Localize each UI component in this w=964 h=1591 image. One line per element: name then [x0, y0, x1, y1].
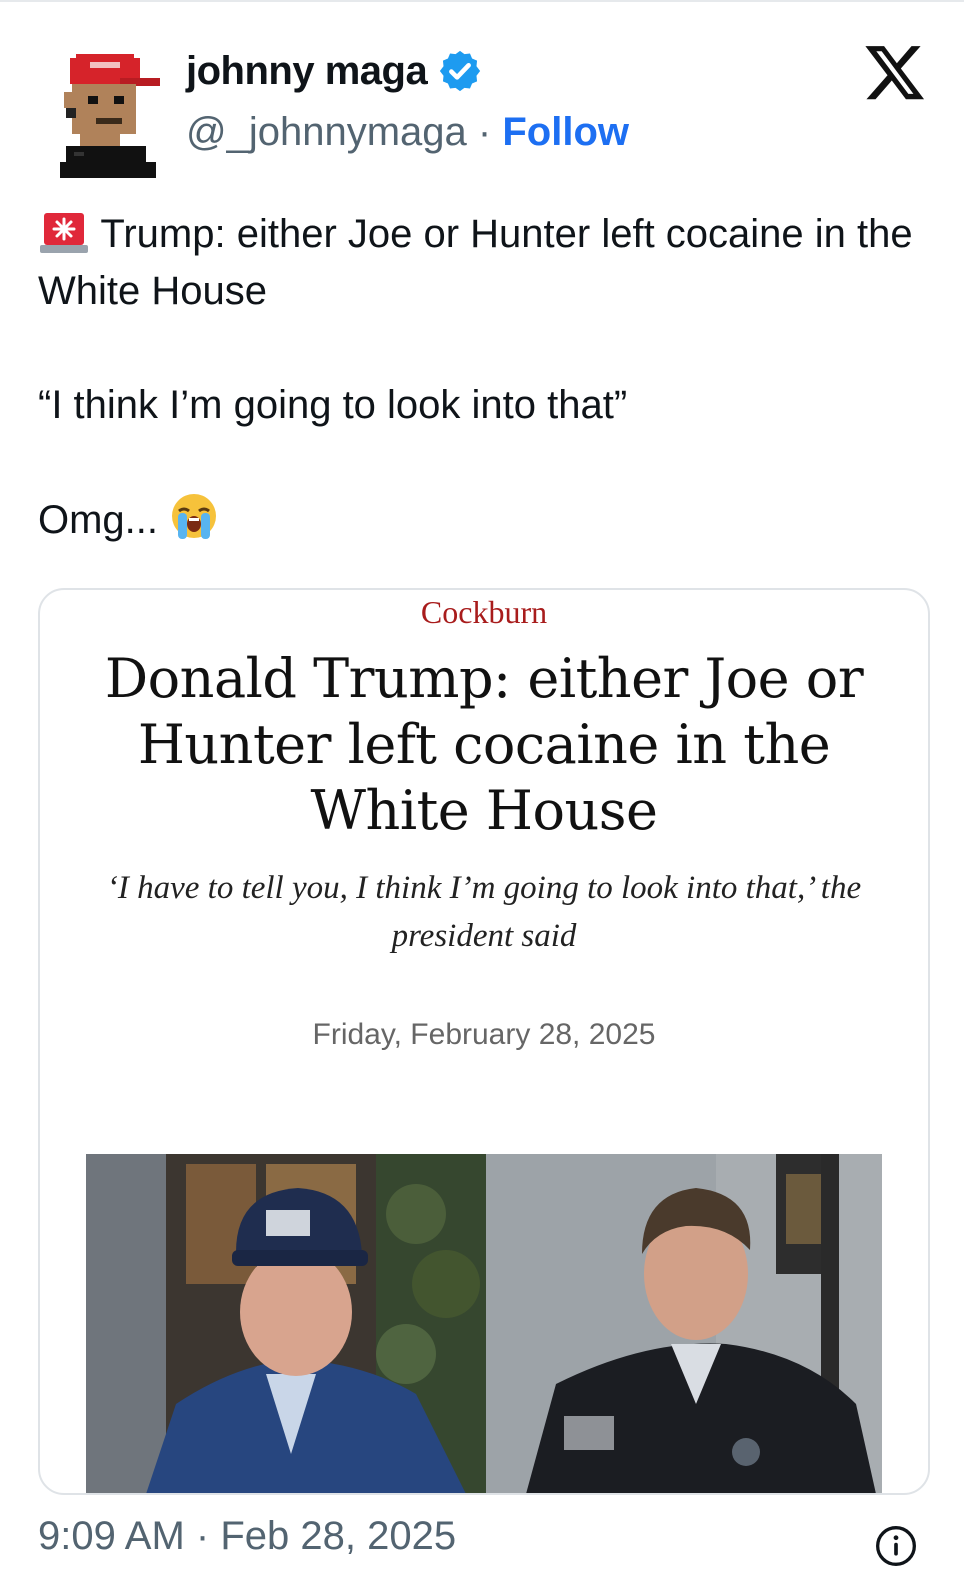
display-name-text[interactable]: johnny maga	[186, 49, 428, 94]
author-handle-row: @_johnnymaga · Follow	[186, 110, 629, 155]
tweet-line-2: “I think I’m going to look into that”	[38, 383, 628, 427]
loudly-crying-face-emoji-icon	[172, 494, 217, 539]
top-divider	[0, 0, 964, 2]
info-circle-icon[interactable]	[874, 1524, 918, 1568]
tweet: johnny maga @_johnnymaga · Follow Trump:…	[0, 0, 964, 1591]
card-photo	[86, 1154, 882, 1493]
verified-badge-icon	[440, 50, 481, 92]
tweet-text: Trump: either Joe or Hunter left cocaine…	[38, 206, 938, 549]
siren-emoji-icon	[40, 213, 88, 253]
author-handle[interactable]: @_johnnymaga	[186, 110, 467, 154]
author-display-name[interactable]: johnny maga	[186, 48, 483, 94]
timestamp-time: 9:09 AM	[38, 1514, 185, 1558]
tweet-line-1-text: Trump: either Joe or Hunter left cocaine…	[38, 212, 913, 313]
card-standfirst: ‘I have to tell you, I think I’m going t…	[106, 870, 862, 954]
timestamp-separator: ·	[195, 1514, 210, 1558]
card-date: Friday, February 28, 2025	[312, 1018, 656, 1051]
card-source: Cockburn	[420, 594, 548, 630]
card-headline: Donald Trump: either Joe or Hunter left …	[104, 647, 864, 842]
tweet-line-3-text: Omg...	[38, 498, 159, 542]
x-logo-icon[interactable]	[862, 40, 928, 104]
tweet-line-1: Trump: either Joe or Hunter left cocaine…	[38, 206, 938, 320]
tweet-line-3: Omg...	[38, 491, 938, 549]
follow-button[interactable]: Follow	[502, 110, 629, 154]
handle-separator: ·	[477, 110, 492, 154]
pixel-avatar-red-cap-icon[interactable]	[60, 52, 164, 180]
tweet-timestamp[interactable]: 9:09 AM · Feb 28, 2025	[38, 1514, 456, 1559]
link-card[interactable]: Cockburn Donald Trump: either Joe or Hun…	[38, 588, 930, 1495]
timestamp-date: Feb 28, 2025	[220, 1514, 457, 1558]
